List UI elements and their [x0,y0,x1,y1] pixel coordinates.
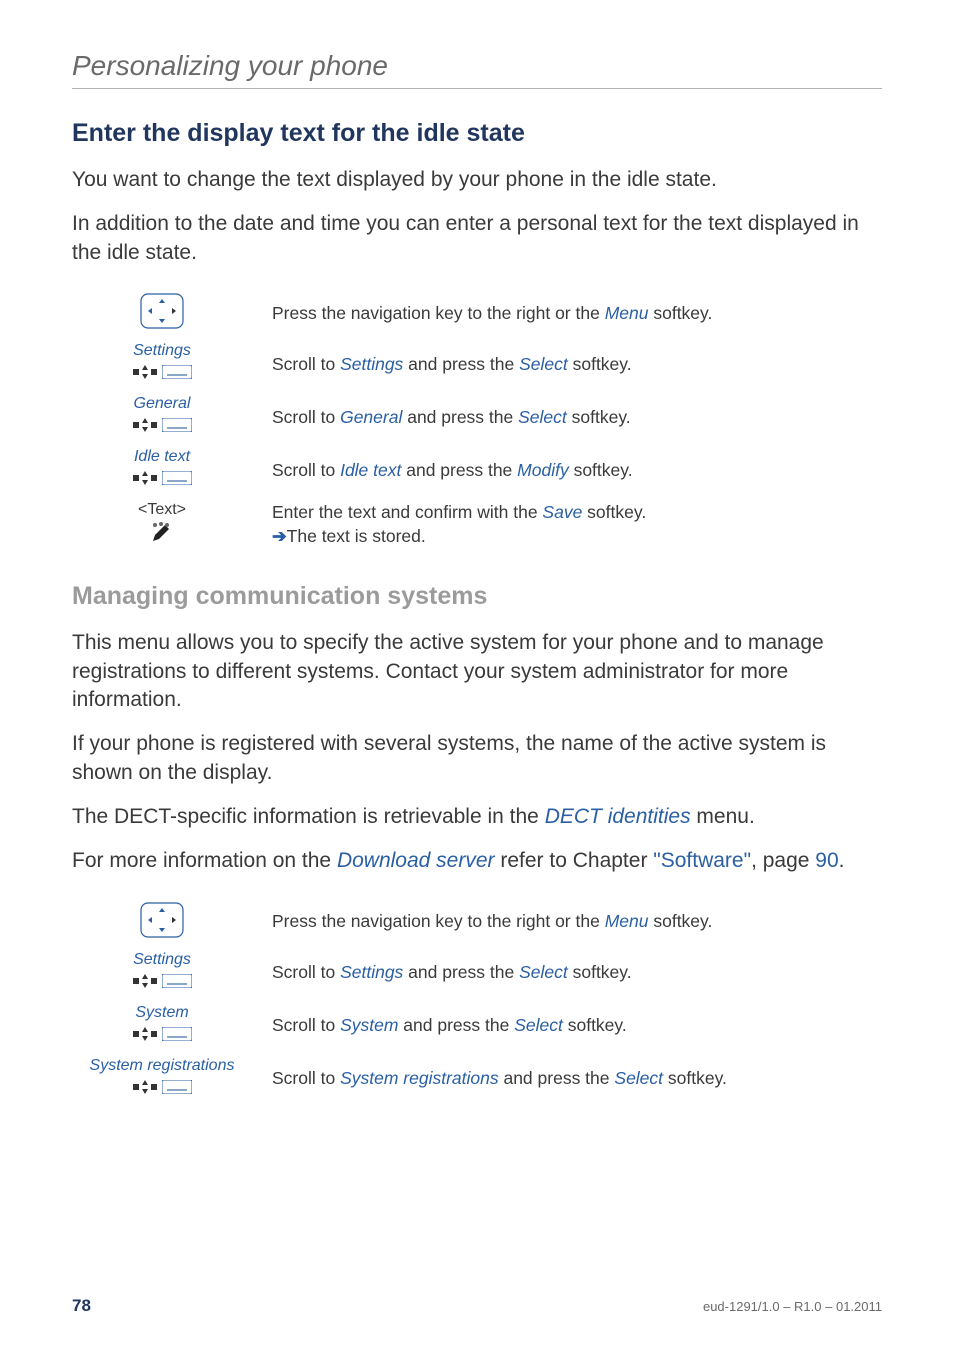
text: . [839,849,845,872]
kw-menu: Menu [605,911,649,931]
text: Scroll to [272,407,340,427]
step-nav: Press the navigation key to the right or… [72,293,882,334]
steps1: Press the navigation key to the right or… [72,293,882,548]
pen-icon [151,521,173,543]
section2-para4: For more information on the Download ser… [72,847,882,875]
text: softkey. [648,303,712,323]
text: and press the [403,962,519,982]
text: and press the [398,1015,514,1035]
kw: System registrations [340,1068,499,1088]
text: Press the navigation key to the right or… [272,911,605,931]
kw: Save [542,502,582,522]
softkey-icon [162,365,192,379]
kw: Select [514,1015,563,1035]
kw: Idle text [340,460,401,480]
text: menu. [691,805,755,828]
dpad-icon [133,1077,159,1097]
rule [72,88,882,89]
text: The DECT-specific information is retriev… [72,805,545,828]
text: Scroll to [272,962,340,982]
softkey-icon [162,974,192,988]
text: Scroll to [272,460,340,480]
steps2: Press the navigation key to the right or… [72,902,882,1102]
text: Scroll to [272,1068,340,1088]
dpad-icon [133,1024,159,1044]
text: softkey. [568,354,632,374]
text: and press the [403,354,519,374]
section1-para1: You want to change the text displayed by… [72,166,882,194]
step-general: General Scroll to General and press the … [72,395,882,440]
step-settings: Settings Scroll to Settings and press th… [72,951,882,996]
section2-para2: If your phone is registered with several… [72,730,882,787]
chapter-title: Personalizing your phone [72,50,882,82]
kw: General [340,407,402,427]
softkey-icon [162,1080,192,1094]
link-software[interactable]: "Software" [653,849,751,872]
text: softkey. [582,502,646,522]
text: softkey. [663,1068,727,1088]
text: Press the navigation key to the right or… [272,303,605,323]
kw: DECT identities [545,805,691,828]
softkey-icon [162,471,192,485]
step-label: Idle text [72,448,252,466]
kw: Settings [340,962,403,982]
step-label: <Text> [72,501,252,519]
dpad-icon [133,362,159,382]
kw: Select [614,1068,663,1088]
text: and press the [401,460,517,480]
text: softkey. [648,911,712,931]
text: For more information on the [72,849,337,872]
text: and press the [499,1068,615,1088]
step-label: General [72,395,252,413]
step-label: System registrations [72,1057,252,1075]
kw: System [340,1015,398,1035]
text: Enter the text and confirm with the [272,502,542,522]
dpad-icon [133,415,159,435]
kw: Settings [340,354,403,374]
text: and press the [402,407,518,427]
link-page90[interactable]: 90 [815,849,838,872]
navkey-icon [140,902,184,938]
text: softkey. [567,407,631,427]
step-label: System [72,1004,252,1022]
kw-menu: Menu [605,303,649,323]
navkey-icon [140,293,184,329]
text: Scroll to [272,354,340,374]
text: softkey. [563,1015,627,1035]
doc-id: eud-1291/1.0 – R1.0 – 01.2011 [703,1299,882,1314]
step-label: Settings [72,342,252,360]
step-label: Settings [72,951,252,969]
step-enter-text: <Text> Enter the text and confirm with t… [72,501,882,548]
section2-para3: The DECT-specific information is retriev… [72,803,882,831]
text: softkey. [568,962,632,982]
page-number: 78 [72,1296,91,1316]
text: Scroll to [272,1015,340,1035]
text: softkey. [569,460,633,480]
step-system: System Scroll to System and press the Se… [72,1004,882,1049]
kw: Select [519,354,568,374]
text: The text is stored. [287,526,426,546]
step-system-registrations: System registrations Scroll to System re… [72,1057,882,1102]
kw: Modify [517,460,569,480]
text: , page [751,849,815,872]
kw: Select [519,962,568,982]
dpad-icon [133,468,159,488]
section1-para2: In addition to the date and time you can… [72,210,882,267]
section1-title: Enter the display text for the idle stat… [72,119,882,148]
step-settings: Settings Scroll to Settings and press th… [72,342,882,387]
kw: Select [518,407,567,427]
section2-para1: This menu allows you to specify the acti… [72,629,882,714]
step-idle-text: Idle text Scroll to Idle text and press … [72,448,882,493]
step-nav: Press the navigation key to the right or… [72,902,882,943]
softkey-icon [162,1027,192,1041]
page-footer: 78 eud-1291/1.0 – R1.0 – 01.2011 [72,1296,882,1316]
softkey-icon [162,418,192,432]
arrow-icon: ➔ [272,526,287,546]
section2-title: Managing communication systems [72,582,882,611]
text: refer to Chapter [495,849,654,872]
dpad-icon [133,971,159,991]
kw: Download server [337,849,495,872]
